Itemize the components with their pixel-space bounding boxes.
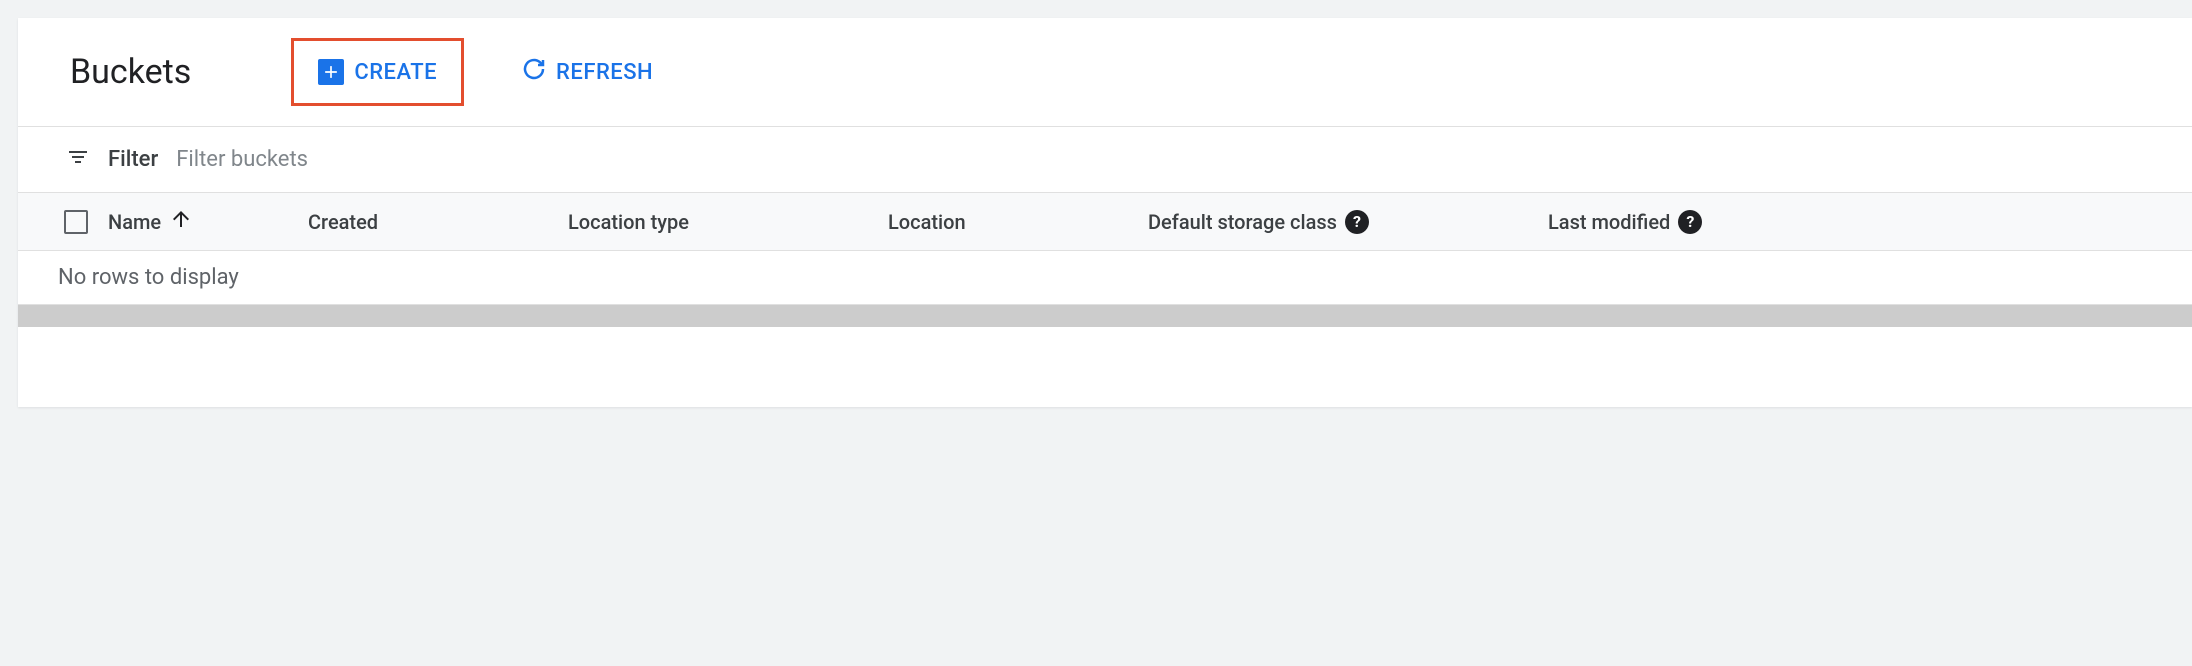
filter-bar: Filter [18, 127, 2192, 193]
page-title: Buckets [70, 52, 191, 92]
horizontal-scrollbar[interactable] [18, 305, 2192, 327]
column-label: Last modified [1548, 210, 1670, 234]
filter-input[interactable] [176, 147, 2144, 172]
help-icon[interactable]: ? [1345, 210, 1369, 234]
column-label: Name [108, 210, 161, 234]
refresh-button-label: REFRESH [556, 60, 653, 85]
refresh-icon [522, 57, 546, 87]
column-header-default-storage-class[interactable]: Default storage class ? [1148, 210, 1548, 234]
column-header-location[interactable]: Location [888, 210, 1148, 234]
column-label: Location [888, 210, 966, 234]
create-button[interactable]: CREATE [291, 38, 464, 106]
column-header-last-modified[interactable]: Last modified ? [1548, 210, 1808, 234]
filter-label: Filter [108, 147, 158, 172]
refresh-button[interactable]: REFRESH [504, 47, 671, 97]
column-label: Default storage class [1148, 210, 1337, 234]
table-header-row: Name Created Location type Location Defa… [18, 193, 2192, 251]
column-header-location-type[interactable]: Location type [568, 210, 888, 234]
column-header-created[interactable]: Created [308, 210, 568, 234]
table-empty-message: No rows to display [18, 251, 2192, 305]
select-all-checkbox[interactable] [64, 210, 88, 234]
page-header: Buckets CREATE REFRESH [18, 18, 2192, 127]
column-label: Created [308, 210, 378, 234]
column-header-name[interactable]: Name [108, 207, 308, 236]
column-label: Location type [568, 210, 689, 234]
sort-arrow-up-icon [169, 207, 193, 236]
create-button-label: CREATE [354, 60, 437, 85]
blank-area [18, 327, 2192, 407]
filter-icon [66, 145, 90, 174]
plus-icon [318, 59, 344, 85]
help-icon[interactable]: ? [1678, 210, 1702, 234]
